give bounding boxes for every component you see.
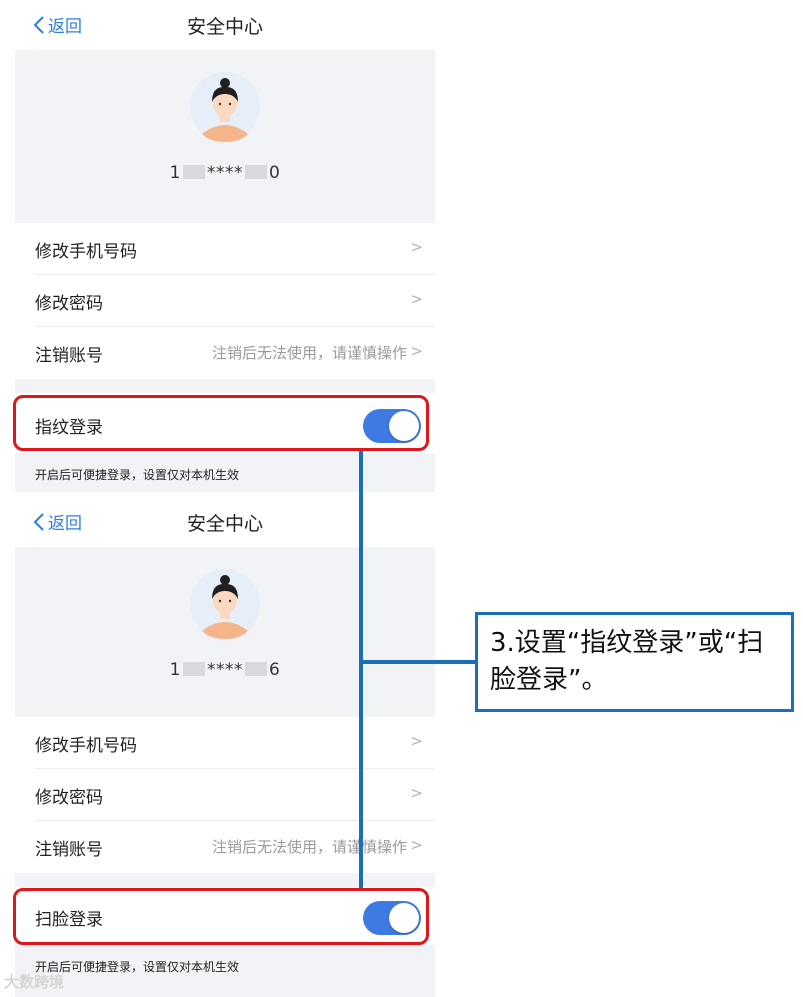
phone-stars: **** bbox=[207, 660, 243, 680]
redaction-block bbox=[183, 662, 205, 676]
phone-prefix: 1 bbox=[169, 163, 181, 183]
deactivate-account-row[interactable]: 注销账号 注销后无法使用，请谨慎操作 > bbox=[15, 327, 435, 379]
row-label: 修改手机号码 bbox=[35, 736, 137, 756]
row-hint: 注销后无法使用，请谨慎操作 bbox=[211, 838, 407, 856]
redaction-block bbox=[183, 165, 205, 179]
profile-header: 1 **** 0 bbox=[15, 50, 435, 223]
row-label: 注销账号 bbox=[35, 346, 103, 366]
profile-header: 1 **** 6 bbox=[15, 547, 435, 717]
phone-suffix: 6 bbox=[269, 660, 281, 680]
nav-bar: 返回 安全中心 bbox=[15, 497, 435, 547]
footnote-text: 开启后可便捷登录，设置仅对本机生效 bbox=[35, 960, 240, 974]
row-hint: 注销后无法使用，请谨慎操作 bbox=[211, 344, 407, 362]
chevron-right-icon: > bbox=[410, 342, 423, 360]
change-phone-row[interactable]: 修改手机号码 > bbox=[15, 717, 435, 769]
section-gap bbox=[15, 873, 435, 887]
page-title: 安全中心 bbox=[186, 16, 263, 38]
change-password-row[interactable]: 修改密码 > bbox=[15, 769, 435, 821]
page-title: 安全中心 bbox=[186, 513, 263, 535]
footnote: 开启后可便捷登录，设置仅对本机生效 bbox=[15, 945, 435, 997]
footnote-text: 开启后可便捷登录，设置仅对本机生效 bbox=[35, 468, 240, 482]
phone-suffix: 0 bbox=[269, 163, 281, 183]
redaction-block bbox=[245, 662, 267, 676]
chevron-right-icon: > bbox=[410, 290, 423, 308]
connector-line bbox=[359, 660, 477, 664]
row-label: 修改手机号码 bbox=[35, 242, 137, 262]
row-label: 注销账号 bbox=[35, 840, 103, 860]
user-avatar-icon bbox=[190, 72, 260, 142]
face-highlight-box bbox=[13, 888, 429, 945]
connector-line bbox=[359, 451, 363, 888]
annotation-text: 3.设置“指纹登录”或“扫脸登录”。 bbox=[490, 628, 764, 695]
fingerprint-highlight-box bbox=[13, 395, 429, 451]
user-avatar-icon bbox=[190, 569, 260, 639]
chevron-right-icon: > bbox=[410, 238, 423, 256]
change-phone-row[interactable]: 修改手机号码 > bbox=[15, 223, 435, 275]
annotation-callout: 3.设置“指纹登录”或“扫脸登录”。 bbox=[475, 612, 794, 712]
nav-bar: 返回 安全中心 bbox=[15, 0, 435, 50]
phone-stars: **** bbox=[207, 163, 243, 183]
footnote: 开启后可便捷登录，设置仅对本机生效 bbox=[15, 453, 435, 492]
section-gap bbox=[15, 379, 435, 393]
chevron-right-icon: > bbox=[410, 732, 423, 750]
watermark: 大数跨境 bbox=[4, 973, 65, 991]
change-password-row[interactable]: 修改密码 > bbox=[15, 275, 435, 327]
chevron-right-icon: > bbox=[410, 784, 423, 802]
row-label: 修改密码 bbox=[35, 788, 103, 808]
deactivate-account-row[interactable]: 注销账号 注销后无法使用，请谨慎操作 > bbox=[15, 821, 435, 873]
row-label: 修改密码 bbox=[35, 294, 103, 314]
chevron-right-icon: > bbox=[410, 836, 423, 854]
phone-prefix: 1 bbox=[169, 660, 181, 680]
masked-phone-number: 1 **** 0 bbox=[15, 163, 435, 183]
redaction-block bbox=[245, 165, 267, 179]
